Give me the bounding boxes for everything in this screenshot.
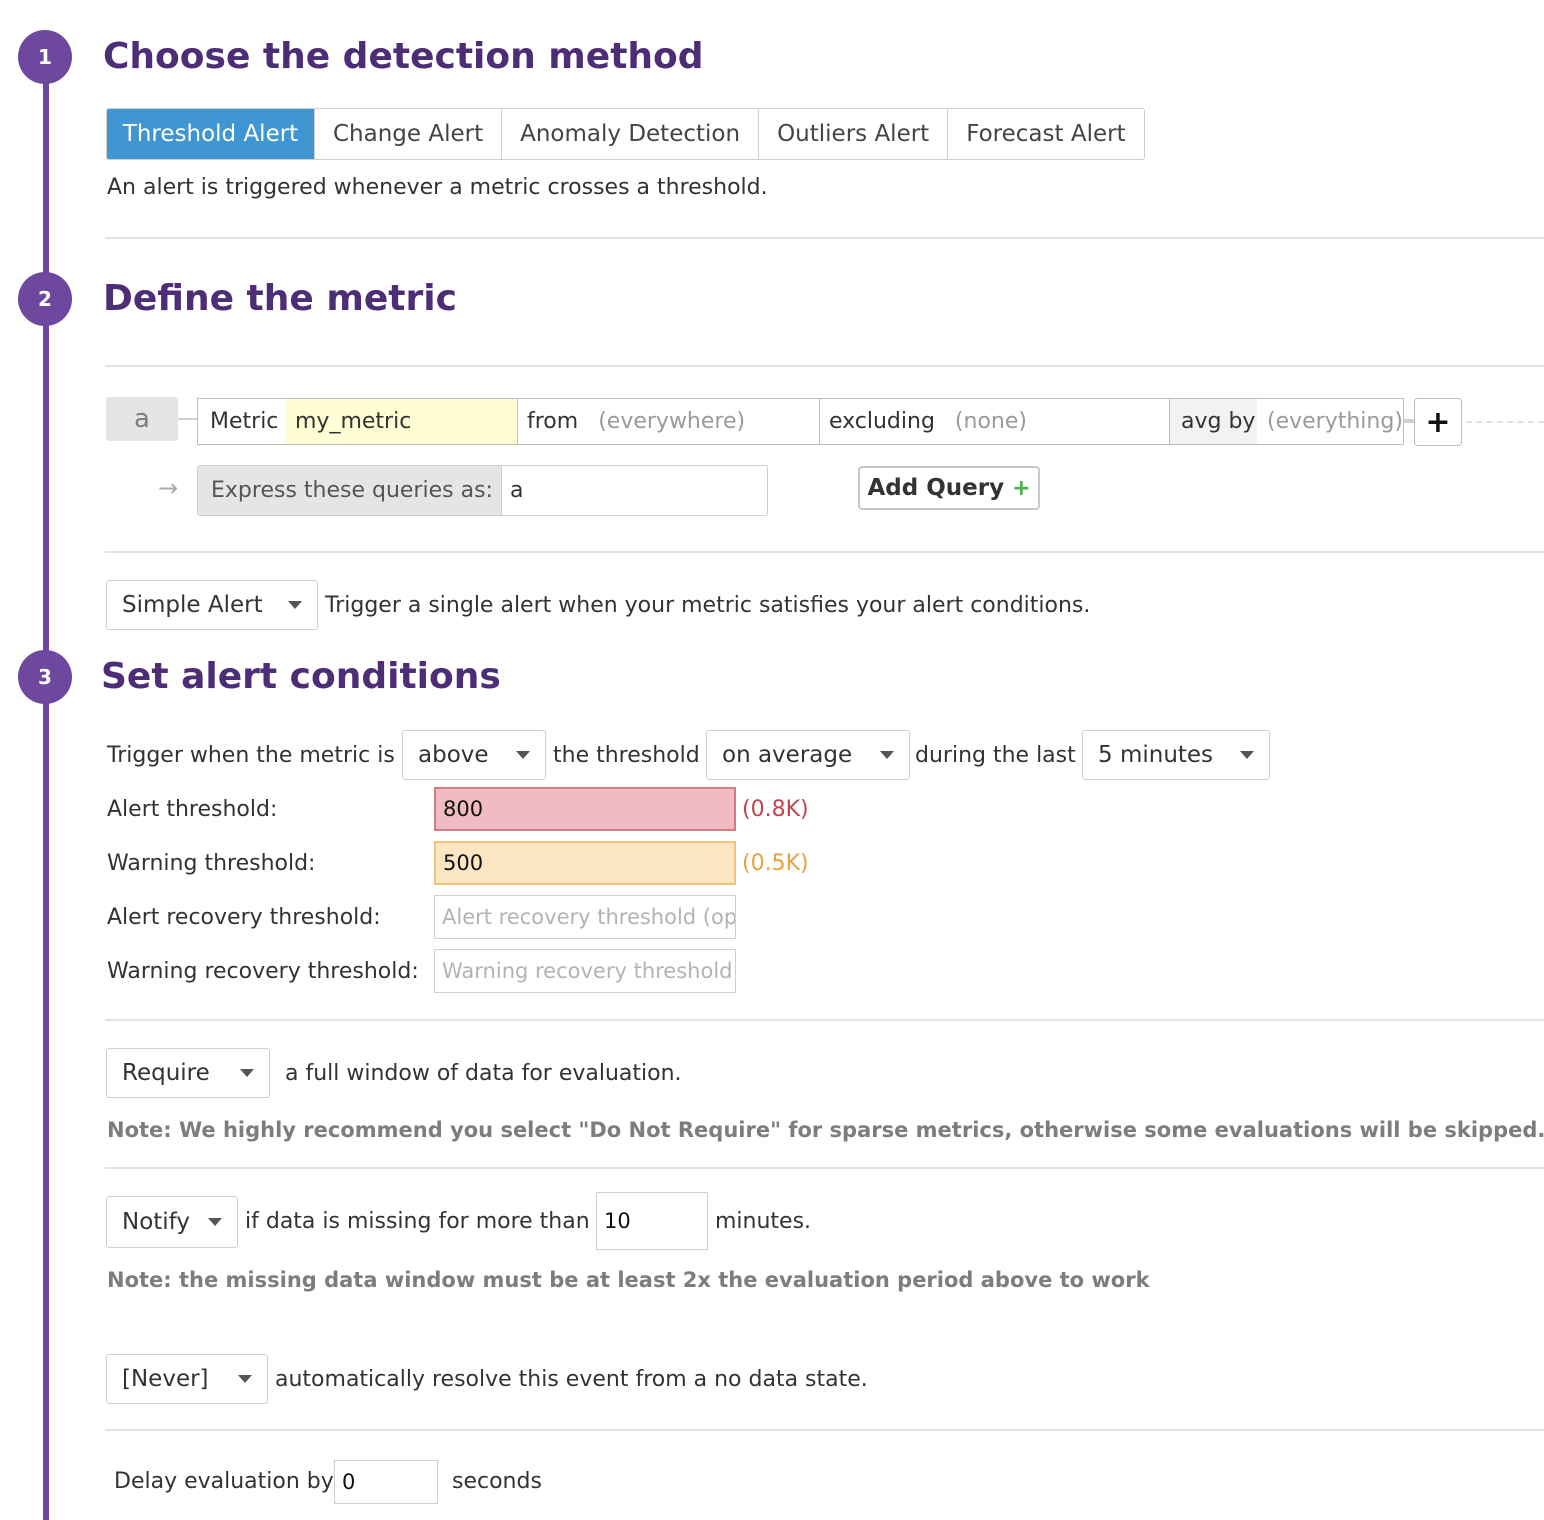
arrow-right-icon: → (158, 474, 179, 502)
auto-resolve-text: automatically resolve this event from a … (275, 1367, 868, 1392)
add-query-label: Add Query (867, 475, 1005, 501)
aggregation-select[interactable]: on average (706, 730, 910, 780)
window-select[interactable]: 5 minutes (1082, 730, 1270, 780)
comparison-select[interactable]: above (402, 730, 546, 780)
alert-type-value: Simple Alert (122, 592, 263, 618)
express-queries-field: Express these queries as: a (197, 465, 768, 516)
plus-connector (1404, 419, 1414, 423)
full-window-select[interactable]: Require (106, 1048, 270, 1098)
missing-data-note: Note: the missing data window must be at… (107, 1268, 1150, 1292)
caret-down-icon (238, 1375, 252, 1383)
plus-icon[interactable]: + (1414, 398, 1462, 446)
trigger-prefix: Trigger when the metric is (107, 743, 395, 768)
excluding-value: (none) (954, 409, 1027, 434)
alert-type-select[interactable]: Simple Alert (106, 580, 318, 630)
step-1-badge: 1 (18, 30, 72, 84)
tab-threshold-alert[interactable]: Threshold Alert (107, 109, 314, 159)
alert-threshold-label: Alert threshold: (107, 797, 278, 822)
during-text: during the last (915, 743, 1076, 768)
tab-outliers-alert[interactable]: Outliers Alert (758, 109, 947, 159)
caret-down-icon (208, 1218, 222, 1226)
missing-data-select[interactable]: Notify (106, 1196, 238, 1248)
alert-recovery-input[interactable]: Alert recovery threshold (opt (434, 895, 736, 939)
step-2-badge: 2 (18, 272, 72, 326)
caret-down-icon (880, 751, 894, 759)
auto-resolve-value: [Never] (122, 1366, 209, 1392)
dashed-connector (1466, 421, 1544, 423)
divider (105, 1167, 1544, 1169)
query-connector (178, 418, 198, 420)
query-label: a (106, 397, 178, 441)
warning-threshold-label: Warning threshold: (107, 851, 316, 876)
delay-label: Delay evaluation by (114, 1469, 334, 1494)
plus-icon: + (1012, 475, 1031, 501)
full-window-note: Note: We highly recommend you select "Do… (107, 1118, 1544, 1142)
step-1-title: Choose the detection method (103, 36, 704, 77)
detection-method-tabs: Threshold Alert Change Alert Anomaly Det… (106, 108, 1145, 160)
warning-recovery-input[interactable]: Warning recovery threshold (434, 949, 736, 993)
metric-label: Metric (210, 409, 279, 434)
delay-input[interactable]: 0 (334, 1460, 438, 1504)
aggregation-label: avg by (1169, 399, 1257, 444)
missing-minutes-input[interactable]: 10 (596, 1192, 708, 1250)
caret-down-icon (1240, 751, 1254, 759)
divider (105, 1429, 1544, 1431)
aggregation-value: on average (722, 742, 853, 768)
from-selector[interactable]: from (everywhere) (517, 399, 819, 444)
divider (105, 551, 1544, 553)
alert-recovery-label: Alert recovery threshold: (107, 905, 381, 930)
express-input[interactable]: a (502, 466, 767, 515)
tab-forecast-alert[interactable]: Forecast Alert (947, 109, 1143, 159)
aggregation-selector[interactable]: (everything) (1257, 399, 1403, 444)
caret-down-icon (240, 1069, 254, 1077)
divider (105, 237, 1544, 239)
window-value: 5 minutes (1098, 742, 1214, 768)
add-query-button[interactable]: Add Query + (858, 466, 1040, 510)
missing-data-text: if data is missing for more than (245, 1209, 590, 1234)
from-value: (everywhere) (598, 409, 746, 434)
excluding-label: excluding (829, 409, 935, 434)
detection-description: An alert is triggered whenever a metric … (107, 175, 768, 200)
step-2-title: Define the metric (103, 278, 457, 319)
warning-threshold-hint: (0.5K) (742, 851, 809, 876)
missing-data-unit: minutes. (715, 1209, 812, 1234)
full-window-text: a full window of data for evaluation. (285, 1061, 682, 1086)
step-3-title: Set alert conditions (101, 656, 501, 697)
step-number: 1 (38, 45, 52, 69)
metric-input[interactable]: my_metric (285, 399, 517, 444)
step-number: 3 (38, 665, 52, 689)
from-label: from (527, 409, 579, 434)
step-3-badge: 3 (18, 650, 72, 704)
delay-unit: seconds (452, 1469, 542, 1494)
warning-recovery-placeholder: Warning recovery threshold (442, 959, 733, 983)
excluding-selector[interactable]: excluding (none) (819, 399, 1169, 444)
alert-threshold-hint: (0.8K) (742, 797, 809, 822)
full-window-value: Require (122, 1060, 210, 1086)
alert-type-description: Trigger a single alert when your metric … (325, 593, 1091, 618)
alert-threshold-input[interactable]: 800 (434, 787, 736, 831)
missing-data-value: Notify (122, 1209, 190, 1235)
auto-resolve-select[interactable]: [Never] (106, 1354, 268, 1404)
caret-down-icon (516, 751, 530, 759)
step-number: 2 (38, 287, 52, 311)
divider (105, 365, 1544, 367)
tab-change-alert[interactable]: Change Alert (314, 109, 501, 159)
steps-rail (43, 40, 49, 1520)
warning-recovery-label: Warning recovery threshold: (107, 959, 419, 984)
warning-threshold-input[interactable]: 500 (434, 841, 736, 885)
alert-recovery-placeholder: Alert recovery threshold (opt (442, 905, 736, 929)
caret-down-icon (288, 601, 302, 609)
tab-anomaly-detection[interactable]: Anomaly Detection (501, 109, 758, 159)
threshold-text: the threshold (553, 743, 700, 768)
express-label: Express these queries as: (198, 466, 502, 515)
divider (105, 1019, 1544, 1021)
query-builder: Metric my_metric from (everywhere) exclu… (197, 398, 1404, 445)
comparison-value: above (418, 742, 489, 768)
